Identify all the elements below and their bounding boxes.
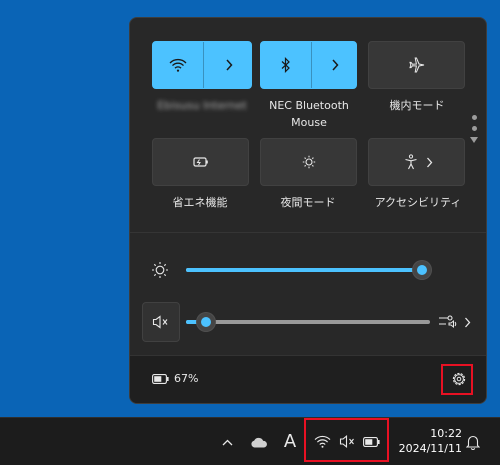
clock-date: 2024/11/11 — [398, 442, 462, 455]
accessibility-label: アクセシビリティ — [374, 196, 462, 209]
brightness-slider-fill — [186, 268, 422, 272]
brightness-icon — [150, 260, 170, 280]
page-dot — [471, 126, 477, 131]
night-light-tile[interactable] — [260, 138, 357, 186]
battery-saver-tile[interactable] — [152, 138, 249, 186]
ime-mode-indicator[interactable]: A — [280, 428, 300, 456]
bluetooth-tile[interactable] — [260, 41, 357, 89]
brightness-slider[interactable] — [186, 268, 422, 272]
wifi-icon — [169, 58, 187, 72]
chevron-right-icon — [462, 315, 472, 329]
quick-settings-panel: Ebisusu Internet NEC Bluetooth Mouse 機内モ… — [129, 17, 487, 404]
volume-slider-thumb[interactable] — [196, 313, 215, 331]
show-hidden-icons-button[interactable] — [216, 430, 238, 454]
brightness-slider-thumb[interactable] — [413, 261, 431, 279]
wifi-expand-button[interactable] — [204, 42, 253, 88]
section-divider — [130, 232, 486, 233]
battery-saver-label: 省エネ機能 — [172, 196, 228, 209]
volume-slider[interactable] — [186, 320, 430, 324]
onedrive-button[interactable] — [246, 430, 272, 454]
bluetooth-toggle[interactable] — [261, 42, 311, 88]
chevron-right-icon — [225, 59, 233, 71]
accessibility-tile[interactable] — [368, 138, 465, 186]
taskbar: A 10:22 2024/11/11 — [0, 417, 500, 465]
page-indicator[interactable] — [470, 115, 478, 143]
airplane-icon — [369, 42, 464, 88]
battery-status[interactable]: 67% — [152, 372, 198, 385]
bluetooth-tile-label: NEC Bluetooth Mouse — [269, 99, 349, 129]
onedrive-cloud-icon — [250, 437, 268, 448]
audio-output-button[interactable] — [436, 311, 476, 333]
airplane-mode-tile[interactable] — [368, 41, 465, 89]
chevron-right-icon — [423, 139, 435, 185]
bluetooth-icon — [281, 57, 291, 73]
night-light-label: 夜間モード — [280, 196, 336, 209]
battery-icon — [152, 373, 169, 384]
wifi-network-name: Ebisusu Internet — [157, 99, 247, 112]
battery-saver-icon — [153, 139, 248, 185]
airplane-mode-label: 機内モード — [389, 99, 445, 112]
clock-time: 10:22 — [430, 427, 462, 440]
mute-button[interactable] — [142, 302, 180, 342]
wifi-toggle[interactable] — [153, 42, 203, 88]
bluetooth-expand-button[interactable] — [312, 42, 358, 88]
bell-icon — [466, 434, 480, 450]
notifications-button[interactable] — [462, 430, 484, 454]
audio-output-icon — [438, 313, 458, 331]
clock-button[interactable]: 10:22 2024/11/11 — [392, 426, 462, 458]
page-down-icon — [470, 137, 478, 143]
chevron-right-icon — [331, 59, 339, 71]
battery-percent: 67% — [174, 372, 199, 385]
system-tray-highlight — [304, 418, 389, 462]
accessibility-icon — [402, 139, 420, 185]
chevron-up-icon — [222, 439, 233, 446]
wifi-tile[interactable] — [152, 41, 252, 89]
quick-settings-footer: 67% — [130, 355, 486, 403]
speaker-muted-icon — [143, 303, 179, 341]
settings-highlight — [441, 364, 473, 395]
night-light-icon — [261, 139, 356, 185]
page-dot — [471, 115, 477, 120]
